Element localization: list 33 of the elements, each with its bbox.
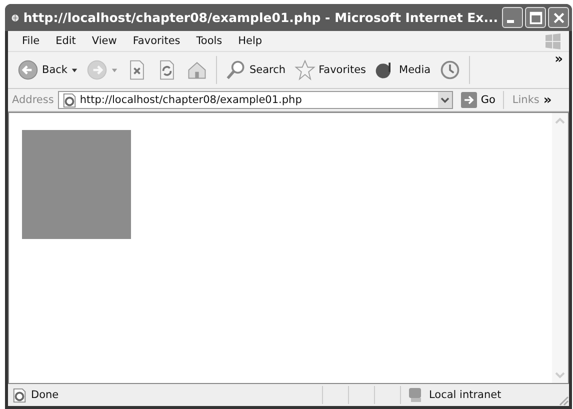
page-icon xyxy=(62,92,77,108)
maximize-button[interactable] xyxy=(525,7,546,28)
search-button[interactable]: Search xyxy=(222,59,289,81)
status-text: Done xyxy=(31,389,60,401)
menu-item[interactable]: View xyxy=(84,35,125,47)
resize-grip-icon[interactable] xyxy=(557,394,569,406)
menu-item[interactable]: Help xyxy=(230,35,270,47)
menu-item[interactable]: Favorites xyxy=(124,35,188,47)
zone-text: Local intranet xyxy=(429,389,502,401)
go-button[interactable]: Go xyxy=(456,92,500,108)
menu-item[interactable]: Tools xyxy=(188,35,230,47)
clock-icon xyxy=(438,59,461,81)
address-field[interactable]: http://localhost/chapter08/example01.php xyxy=(58,91,453,109)
back-button[interactable]: Back xyxy=(14,59,80,81)
dropdown-icon[interactable] xyxy=(70,66,78,74)
chevron-button[interactable]: » xyxy=(543,92,552,108)
media-button[interactable]: Media xyxy=(371,59,434,81)
window-title: http://localhost/chapter08/example01.php - Microsoft Internet Ex... xyxy=(23,10,498,25)
windows-flag-icon xyxy=(543,31,563,51)
minimize-icon xyxy=(507,20,514,22)
menu-item[interactable]: File xyxy=(14,35,48,47)
chevron-button[interactable]: » xyxy=(554,52,563,67)
maximize-icon xyxy=(528,10,542,24)
close-button[interactable] xyxy=(548,7,569,28)
favorites-button[interactable]: Favorites xyxy=(290,59,370,81)
menu-item[interactable]: Edit xyxy=(48,35,84,47)
close-icon xyxy=(552,10,566,24)
address-label: Address xyxy=(12,94,54,106)
minimize-button[interactable] xyxy=(502,7,523,28)
star-icon xyxy=(294,59,316,81)
page-icon xyxy=(12,388,27,402)
dropdown-button[interactable] xyxy=(438,92,452,108)
search-icon xyxy=(224,59,246,81)
